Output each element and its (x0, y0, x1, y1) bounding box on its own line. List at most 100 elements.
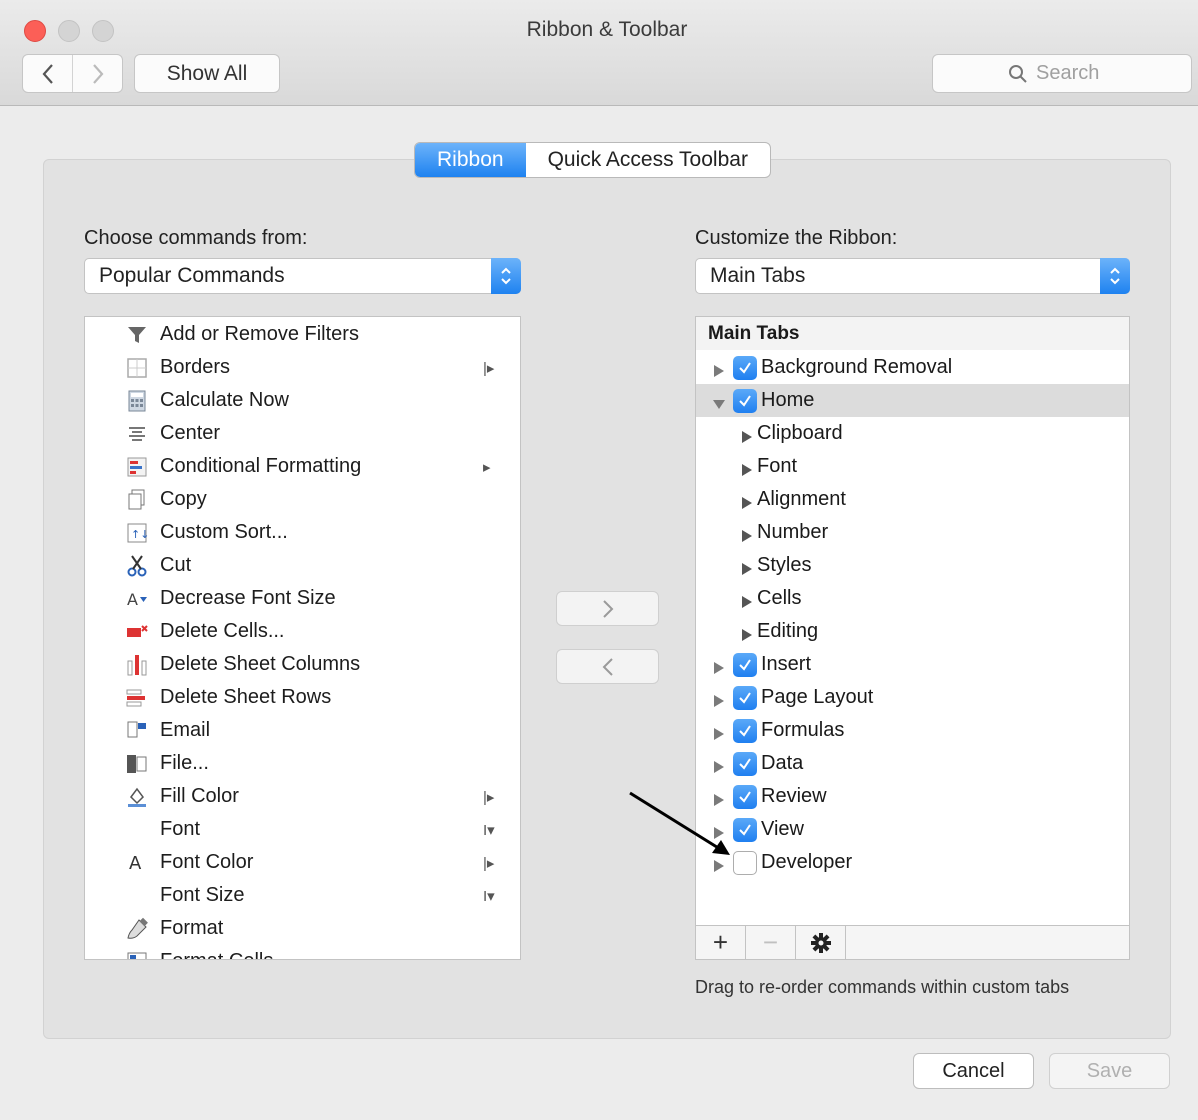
disclosure-right-icon[interactable] (712, 691, 726, 707)
file-icon (125, 752, 149, 776)
ribbon-tab-item[interactable]: Developer (696, 846, 1129, 879)
delete-columns-icon (125, 653, 149, 677)
command-label: Delete Sheet Rows (160, 686, 332, 708)
command-item[interactable]: A Font Color |▸ (85, 846, 520, 879)
fill-color-icon (125, 785, 149, 809)
popup-stepper-icon (491, 258, 521, 294)
ribbon-tab-item[interactable]: Data (696, 747, 1129, 780)
cancel-button[interactable]: Cancel (913, 1053, 1034, 1089)
email-icon (125, 719, 149, 743)
tab-selector: Ribbon Quick Access Toolbar (414, 142, 771, 178)
submenu-indicator-icon: ▸ (483, 458, 491, 476)
command-item[interactable]: Format (85, 912, 520, 945)
forward-button[interactable] (72, 55, 122, 92)
back-button[interactable] (23, 55, 72, 92)
tab-checkbox[interactable] (733, 355, 757, 380)
command-label: Delete Sheet Columns (160, 653, 361, 675)
command-item[interactable]: Cut (85, 549, 520, 582)
command-label: Center (160, 422, 221, 444)
tab-checkbox[interactable] (733, 685, 757, 710)
disclosure-right-icon[interactable] (712, 757, 726, 773)
search-input[interactable] (1036, 62, 1116, 85)
command-item[interactable]: Font Size I▾ (85, 879, 520, 912)
navigation-group (22, 54, 123, 93)
tree-footer: + − (696, 925, 1129, 959)
chevron-right-icon (602, 599, 613, 618)
chevron-left-icon (602, 657, 613, 676)
choose-commands-label: Choose commands from: (84, 227, 308, 249)
ribbon-group-item[interactable]: Editing (696, 615, 1129, 648)
tab-quick-access-toolbar[interactable]: Quick Access Toolbar (526, 143, 770, 177)
ribbon-tab-item[interactable]: Home (696, 384, 1129, 417)
ribbon-group-item[interactable]: Cells (696, 582, 1129, 615)
disclosure-right-icon[interactable] (740, 427, 754, 443)
ribbon-tab-item[interactable]: Insert (696, 648, 1129, 681)
svg-text:A: A (129, 853, 142, 874)
popup-stepper-icon (1100, 258, 1130, 294)
command-item[interactable]: Calculate Now (85, 384, 520, 417)
ribbon-tab-item[interactable]: Page Layout (696, 681, 1129, 714)
command-item[interactable]: Font I▾ (85, 813, 520, 846)
add-tab-button[interactable]: + (696, 926, 746, 959)
settings-button[interactable] (796, 926, 846, 959)
disclosure-right-icon[interactable] (712, 658, 726, 674)
tab-checkbox[interactable] (733, 652, 757, 677)
disclosure-right-icon[interactable] (712, 724, 726, 740)
disclosure-right-icon[interactable] (740, 592, 754, 608)
command-item[interactable]: Borders |▸ (85, 351, 520, 384)
command-item[interactable]: Copy (85, 483, 520, 516)
command-item[interactable]: Add or Remove Filters (85, 318, 520, 351)
ribbon-tab-item[interactable]: View (696, 813, 1129, 846)
command-item[interactable]: Email (85, 714, 520, 747)
ribbon-group-item[interactable]: Clipboard (696, 417, 1129, 450)
commands-list[interactable]: Add or Remove Filters Borders |▸ Calculate … (84, 316, 521, 960)
svg-text:A: A (127, 590, 138, 609)
command-item[interactable]: Center (85, 417, 520, 450)
ribbon-group-item[interactable]: Alignment (696, 483, 1129, 516)
tree-item-label: Formulas (761, 719, 845, 741)
tree-item-label: Developer (761, 851, 853, 873)
tab-checkbox[interactable] (733, 751, 757, 776)
save-button[interactable]: Save (1049, 1053, 1170, 1089)
delete-rows-icon (125, 686, 149, 710)
ribbon-group-item[interactable]: Number (696, 516, 1129, 549)
tab-ribbon[interactable]: Ribbon (415, 143, 526, 177)
commands-source-value: Popular Commands (99, 264, 285, 287)
command-item[interactable]: File... (85, 747, 520, 780)
tree-item-label: Editing (757, 620, 819, 642)
ribbon-group-item[interactable]: Font (696, 450, 1129, 483)
tree-item-label: Alignment (757, 488, 846, 510)
command-item[interactable]: Conditional Formatting ▸ (85, 450, 520, 483)
add-command-button[interactable] (556, 591, 659, 626)
ribbon-tabs-popup[interactable]: Main Tabs (695, 258, 1130, 294)
command-item[interactable]: Fill Color |▸ (85, 780, 520, 813)
disclosure-right-icon[interactable] (712, 361, 726, 377)
disclosure-right-icon[interactable] (740, 493, 754, 509)
command-item[interactable]: Delete Cells... (85, 615, 520, 648)
tree-item-label: View (761, 818, 804, 840)
ribbon-tab-item[interactable]: Review (696, 780, 1129, 813)
tab-checkbox[interactable] (733, 388, 757, 413)
ribbon-tabs-tree[interactable]: Main Tabs Background Removal Home Clipboar… (695, 316, 1130, 960)
disclosure-down-icon[interactable] (712, 394, 726, 409)
remove-tab-button[interactable]: − (746, 926, 796, 959)
show-all-button[interactable]: Show All (134, 54, 280, 93)
disclosure-right-icon[interactable] (740, 625, 754, 641)
remove-command-button[interactable] (556, 649, 659, 684)
search-field[interactable] (932, 54, 1192, 93)
command-item[interactable]: ↑↓ Custom Sort... (85, 516, 520, 549)
ribbon-group-item[interactable]: Styles (696, 549, 1129, 582)
ribbon-tab-item[interactable]: Formulas (696, 714, 1129, 747)
command-item[interactable]: A Decrease Font Size (85, 582, 520, 615)
tab-checkbox[interactable] (733, 718, 757, 743)
command-item[interactable]: Delete Sheet Rows (85, 681, 520, 714)
tree-item-label: Home (761, 389, 815, 411)
delete-cells-icon (125, 620, 149, 644)
disclosure-right-icon[interactable] (740, 559, 754, 575)
command-item[interactable]: Delete Sheet Columns (85, 648, 520, 681)
disclosure-right-icon[interactable] (740, 526, 754, 542)
command-item[interactable]: Format Cells... (85, 945, 520, 959)
disclosure-right-icon[interactable] (740, 460, 754, 476)
ribbon-tab-item[interactable]: Background Removal (696, 351, 1129, 384)
commands-source-popup[interactable]: Popular Commands (84, 258, 521, 294)
